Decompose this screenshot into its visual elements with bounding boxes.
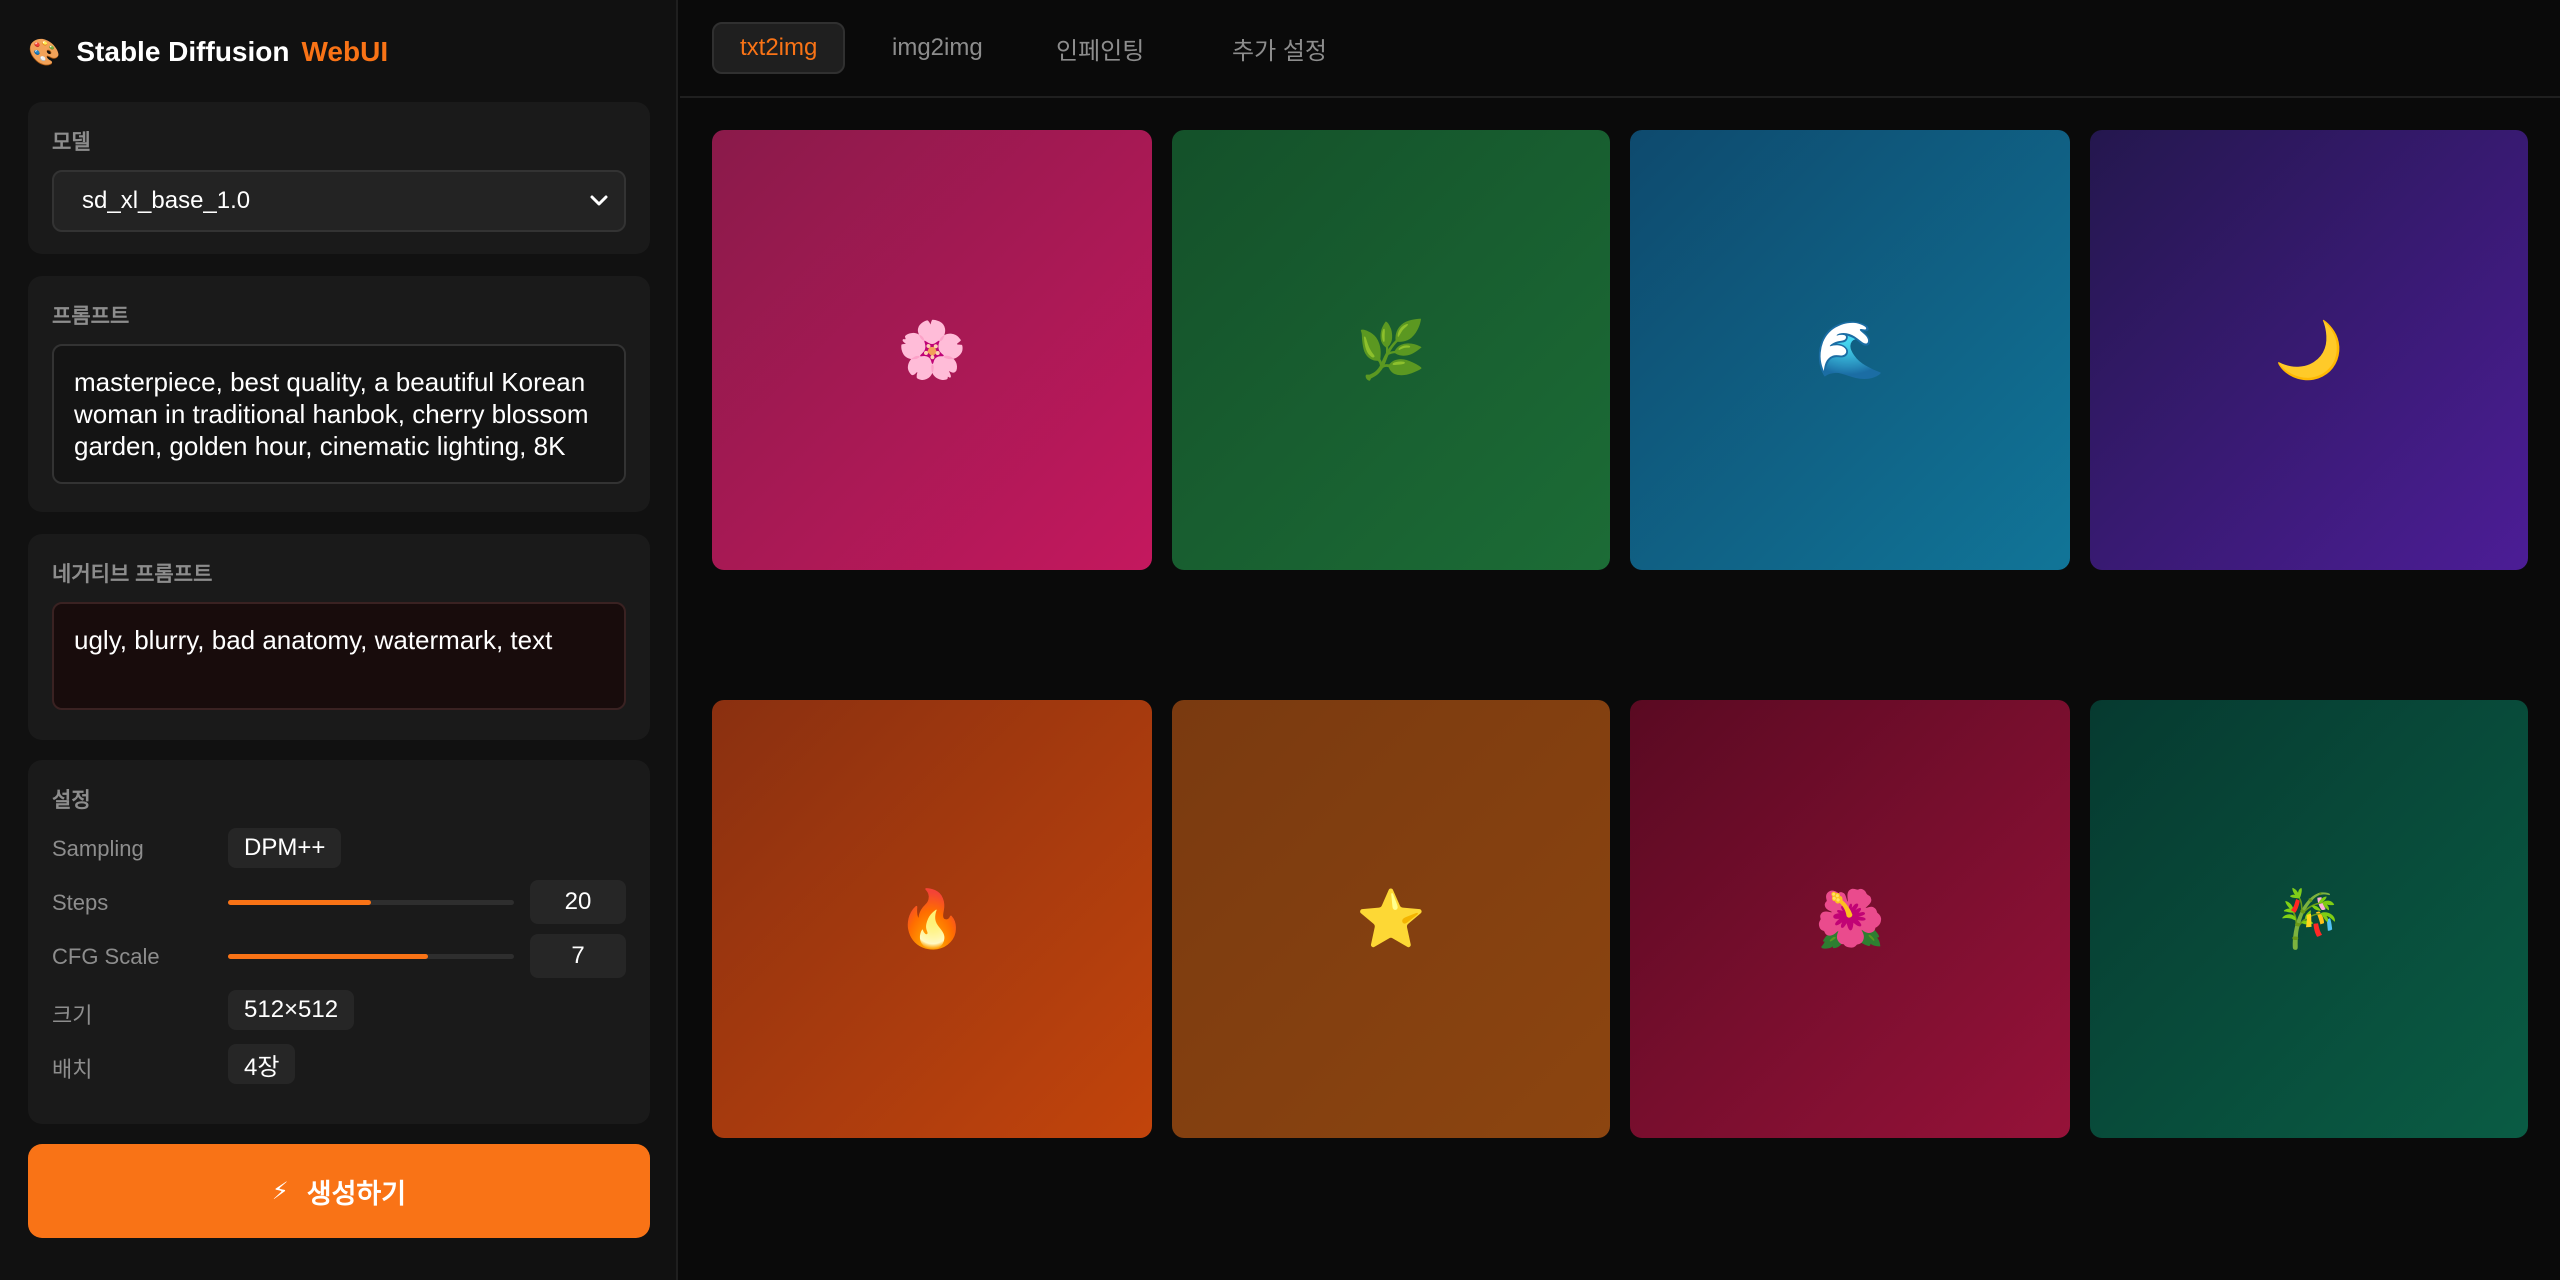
- sampling-select[interactable]: DPM++: [228, 828, 342, 868]
- model-select[interactable]: sd_xl_base_1.0: [52, 170, 626, 232]
- brand-accent: WebUI: [301, 36, 389, 67]
- gallery-image[interactable]: 🌸: [712, 130, 1152, 570]
- negative-prompt-input[interactable]: ugly, blurry, bad anatomy, watermark, te…: [52, 602, 626, 710]
- negative-prompt-panel: 네거티브 프롬프트 ugly, blurry, bad anatomy, wat…: [28, 534, 650, 740]
- prompt-input[interactable]: masterpiece, best quality, a beautiful K…: [52, 344, 626, 484]
- prompt-panel: 프롬프트 masterpiece, best quality, a beauti…: [28, 276, 650, 512]
- settings-panel: 설정 Sampling DPM++ Steps 20 CFG Scale 7 크…: [28, 760, 650, 1124]
- cfg-slider[interactable]: [228, 954, 514, 959]
- sidebar: 🎨 Stable Diffusion WebUI 모델 sd_xl_base_1…: [0, 0, 678, 1280]
- model-select-value: sd_xl_base_1.0: [82, 187, 251, 214]
- tab-txt2img[interactable]: txt2img: [712, 22, 846, 74]
- star-icon: ⭐: [1356, 887, 1426, 950]
- steps-slider-fill: [228, 900, 371, 905]
- brand: 🎨 Stable Diffusion WebUI: [28, 30, 388, 74]
- size-select[interactable]: 512×512: [228, 990, 355, 1030]
- bamboo-icon: 🎋: [2274, 887, 2344, 950]
- steps-label: Steps: [52, 890, 109, 915]
- gallery-image[interactable]: 🌊: [1630, 130, 2070, 570]
- fire-icon: 🔥: [897, 887, 967, 950]
- chevron-down-icon: [590, 195, 608, 206]
- gallery-image[interactable]: ⭐: [1172, 700, 1610, 1138]
- tab-bar: txt2img img2img 인페인팅 추가 설정: [680, 0, 2560, 98]
- crescent-moon-icon: 🌙: [2274, 318, 2344, 381]
- steps-value[interactable]: 20: [530, 880, 626, 924]
- batch-select[interactable]: 4장: [228, 1044, 296, 1084]
- cherry-blossom-icon: 🌸: [897, 318, 967, 381]
- hibiscus-icon: 🌺: [1815, 887, 1885, 950]
- size-label: 크기: [52, 1003, 93, 1028]
- generate-button[interactable]: ⚡ 생성하기: [28, 1144, 650, 1238]
- sampling-label: Sampling: [52, 836, 144, 861]
- cfg-slider-fill: [228, 954, 429, 959]
- tab-img2img[interactable]: img2img: [866, 22, 1009, 74]
- cfg-label: CFG Scale: [52, 944, 160, 969]
- batch-label: 배치: [52, 1057, 93, 1082]
- settings-label: 설정: [52, 789, 91, 812]
- gallery-image[interactable]: 🌿: [1172, 130, 1610, 570]
- gallery-image[interactable]: 🌙: [2090, 130, 2528, 570]
- brand-title: Stable Diffusion: [76, 36, 290, 67]
- palette-icon: 🎨: [28, 37, 61, 67]
- generate-label: 생성하기: [306, 1178, 407, 1209]
- prompt-label: 프롬프트: [52, 305, 130, 328]
- negative-prompt-label: 네거티브 프롬프트: [52, 563, 213, 586]
- model-label: 모델: [52, 131, 91, 154]
- lightning-icon: ⚡: [271, 1177, 289, 1205]
- tab-extra-settings[interactable]: 추가 설정: [1206, 22, 1353, 74]
- tab-inpainting[interactable]: 인페인팅: [1030, 22, 1170, 74]
- gallery-image[interactable]: 🔥: [712, 700, 1152, 1138]
- gallery-image[interactable]: 🌺: [1630, 700, 2070, 1138]
- steps-slider[interactable]: [228, 900, 514, 905]
- model-panel: 모델 sd_xl_base_1.0: [28, 102, 650, 254]
- gallery-image[interactable]: 🎋: [2090, 700, 2528, 1138]
- wave-icon: 🌊: [1815, 318, 1885, 381]
- herb-icon: 🌿: [1356, 318, 1426, 381]
- cfg-value[interactable]: 7: [530, 934, 626, 978]
- main-area: txt2img img2img 인페인팅 추가 설정 🌸 🌿 🌊 🌙 🔥 ⭐ 🌺…: [680, 0, 2560, 1280]
